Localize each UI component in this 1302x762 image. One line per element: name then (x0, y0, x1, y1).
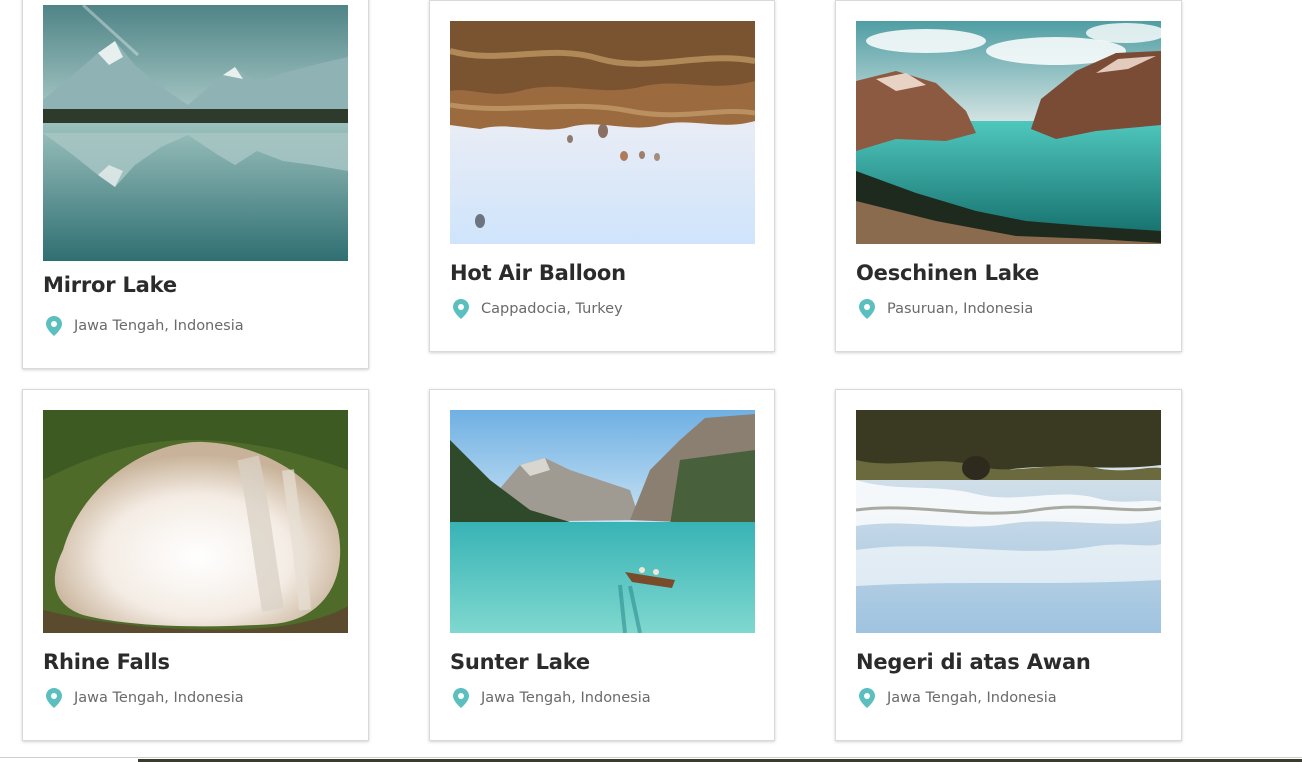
destination-title[interactable]: Negeri di atas Awan (856, 650, 1091, 674)
destination-card-rhine-falls[interactable]: Rhine Falls Jawa Tengah, Indonesia (22, 389, 369, 741)
map-pin-icon (45, 688, 63, 708)
destination-location: Jawa Tengah, Indonesia (45, 316, 244, 336)
destination-location-text: Jawa Tengah, Indonesia (74, 690, 244, 706)
destination-card-oeschinen-lake[interactable]: Oeschinen Lake Pasuruan, Indonesia (835, 0, 1182, 352)
destination-location-text: Pasuruan, Indonesia (887, 301, 1034, 317)
destination-photo[interactable] (856, 410, 1161, 633)
destination-photo[interactable] (43, 410, 348, 633)
destination-photo[interactable] (43, 5, 348, 261)
destination-card-mirror-lake[interactable]: Mirror Lake Jawa Tengah, Indonesia (22, 0, 369, 369)
destination-title[interactable]: Sunter Lake (450, 650, 590, 674)
destination-title[interactable]: Rhine Falls (43, 650, 170, 674)
map-pin-icon (858, 688, 876, 708)
destination-title[interactable]: Hot Air Balloon (450, 261, 626, 285)
destination-gallery: Mirror Lake Jawa Tengah, Indonesia Hot A… (0, 0, 1302, 762)
destination-location: Cappadocia, Turkey (452, 299, 623, 319)
destination-photo[interactable] (856, 21, 1161, 244)
map-pin-icon (45, 316, 63, 336)
destination-photo[interactable] (450, 21, 755, 244)
destination-title[interactable]: Oeschinen Lake (856, 261, 1039, 285)
destination-location: Pasuruan, Indonesia (858, 299, 1033, 319)
destination-card-sunter-lake[interactable]: Sunter Lake Jawa Tengah, Indonesia (429, 389, 775, 741)
map-pin-icon (858, 299, 876, 319)
destination-photo[interactable] (450, 410, 755, 633)
destination-card-hot-air-balloon[interactable]: Hot Air Balloon Cappadocia, Turkey (429, 0, 775, 352)
destination-location: Jawa Tengah, Indonesia (45, 688, 244, 708)
destination-card-negeri-di-atas-awan[interactable]: Negeri di atas Awan Jawa Tengah, Indones… (835, 389, 1182, 741)
destination-location-text: Jawa Tengah, Indonesia (887, 690, 1057, 706)
destination-location-text: Jawa Tengah, Indonesia (74, 318, 244, 334)
map-pin-icon (452, 688, 470, 708)
map-pin-icon (452, 299, 470, 319)
destination-location-text: Jawa Tengah, Indonesia (481, 690, 651, 706)
section-divider (0, 757, 1302, 758)
destination-location: Jawa Tengah, Indonesia (858, 688, 1057, 708)
destination-title[interactable]: Mirror Lake (43, 273, 177, 297)
destination-location: Jawa Tengah, Indonesia (452, 688, 651, 708)
destination-location-text: Cappadocia, Turkey (481, 301, 623, 317)
